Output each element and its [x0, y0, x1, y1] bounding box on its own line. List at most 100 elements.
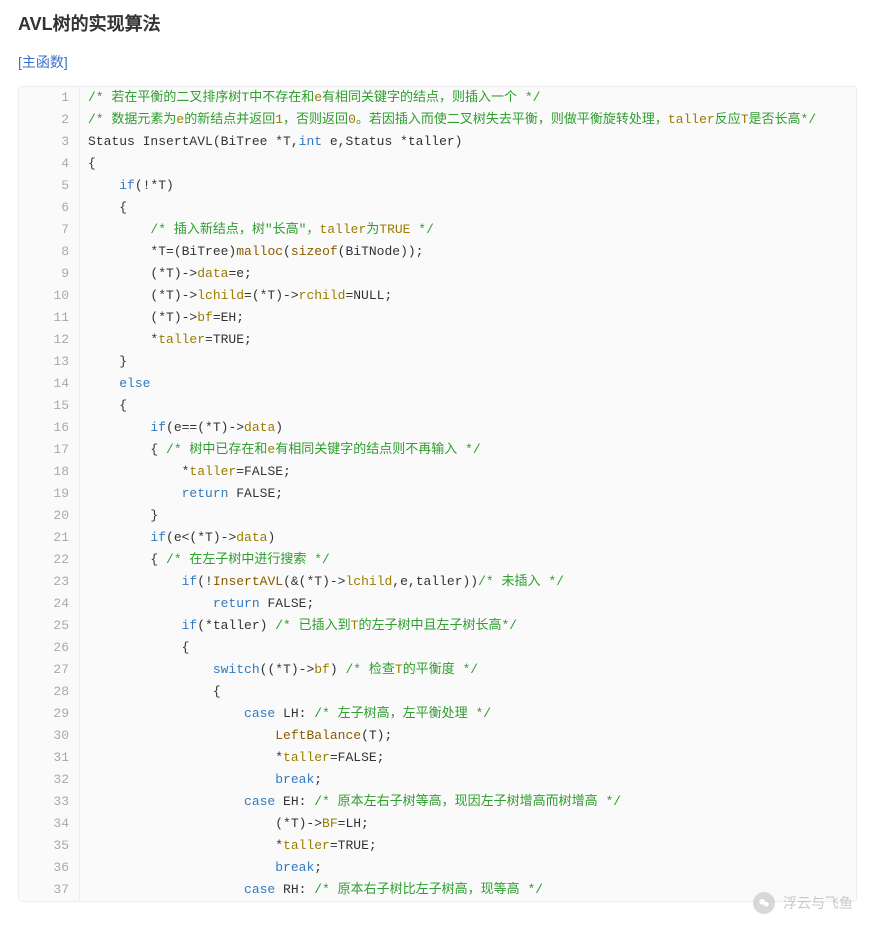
line-number: 15 — [19, 395, 80, 417]
line-number: 30 — [19, 725, 80, 747]
code-content: case LH: /* 左子树高，左平衡处理 */ — [80, 703, 857, 725]
line-number: 2 — [19, 109, 80, 131]
line-number: 18 — [19, 461, 80, 483]
code-line: 26 { — [19, 637, 856, 659]
line-number: 28 — [19, 681, 80, 703]
line-number: 35 — [19, 835, 80, 857]
code-line: 27 switch((*T)->bf) /* 检查T的平衡度 */ — [19, 659, 856, 681]
line-number: 8 — [19, 241, 80, 263]
code-content: { — [80, 681, 857, 703]
code-line: 18 *taller=FALSE; — [19, 461, 856, 483]
line-number: 7 — [19, 219, 80, 241]
wechat-icon — [753, 892, 775, 914]
code-line: 37 case RH: /* 原本右子树比左子树高，现等高 */ — [19, 879, 856, 901]
code-content: /* 插入新结点，树"长高"，taller为TRUE */ — [80, 219, 857, 241]
code-content: break; — [80, 857, 857, 879]
code-line: 11 (*T)->bf=EH; — [19, 307, 856, 329]
code-content: } — [80, 505, 857, 527]
line-number: 14 — [19, 373, 80, 395]
code-content: else — [80, 373, 857, 395]
line-number: 4 — [19, 153, 80, 175]
code-content: (*T)->bf=EH; — [80, 307, 857, 329]
line-number: 22 — [19, 549, 80, 571]
code-content: { — [80, 153, 857, 175]
code-table: 1/* 若在平衡的二叉排序树T中不存在和e有相同关键字的结点，则插入一个 */2… — [19, 87, 856, 901]
line-number: 12 — [19, 329, 80, 351]
code-line: 16 if(e==(*T)->data) — [19, 417, 856, 439]
code-line: 12 *taller=TRUE; — [19, 329, 856, 351]
line-number: 3 — [19, 131, 80, 153]
code-line: 10 (*T)->lchild=(*T)->rchild=NULL; — [19, 285, 856, 307]
code-line: 30 LeftBalance(T); — [19, 725, 856, 747]
code-content: /* 若在平衡的二叉排序树T中不存在和e有相同关键字的结点，则插入一个 */ — [80, 87, 857, 109]
line-number: 32 — [19, 769, 80, 791]
code-line: 19 return FALSE; — [19, 483, 856, 505]
code-content: (*T)->BF=LH; — [80, 813, 857, 835]
code-line: 24 return FALSE; — [19, 593, 856, 615]
code-content: { /* 在左子树中进行搜索 */ — [80, 549, 857, 571]
line-number: 6 — [19, 197, 80, 219]
code-content: return FALSE; — [80, 593, 857, 615]
code-line: 35 *taller=TRUE; — [19, 835, 856, 857]
line-number: 31 — [19, 747, 80, 769]
code-content: Status InsertAVL(BiTree *T,int e,Status … — [80, 131, 857, 153]
code-line: 15 { — [19, 395, 856, 417]
code-line: 22 { /* 在左子树中进行搜索 */ — [19, 549, 856, 571]
code-content: if(e==(*T)->data) — [80, 417, 857, 439]
line-number: 1 — [19, 87, 80, 109]
line-number: 10 — [19, 285, 80, 307]
code-content: /* 数据元素为e的新结点并返回1，否则返回0。若因插入而使二叉树失去平衡，则做… — [80, 109, 857, 131]
line-number: 23 — [19, 571, 80, 593]
code-line: 23 if(!InsertAVL(&(*T)->lchild,e,taller)… — [19, 571, 856, 593]
code-content: (*T)->data=e; — [80, 263, 857, 285]
watermark: 浮云与飞鱼 — [753, 892, 853, 914]
code-content: *taller=FALSE; — [80, 747, 857, 769]
code-content: if(e<(*T)->data) — [80, 527, 857, 549]
line-number: 25 — [19, 615, 80, 637]
code-line: 14 else — [19, 373, 856, 395]
line-number: 33 — [19, 791, 80, 813]
code-line: 33 case EH: /* 原本左右子树等高，现因左子树增高而树增高 */ — [19, 791, 856, 813]
code-content: } — [80, 351, 857, 373]
code-line: 17 { /* 树中已存在和e有相同关键字的结点则不再输入 */ — [19, 439, 856, 461]
code-line: 3Status InsertAVL(BiTree *T,int e,Status… — [19, 131, 856, 153]
page-title: AVL树的实现算法 — [18, 10, 857, 36]
code-line: 4{ — [19, 153, 856, 175]
code-content: { — [80, 637, 857, 659]
line-number: 36 — [19, 857, 80, 879]
code-content: switch((*T)->bf) /* 检查T的平衡度 */ — [80, 659, 857, 681]
code-content: if(!InsertAVL(&(*T)->lchild,e,taller))/*… — [80, 571, 857, 593]
code-content: case RH: /* 原本右子树比左子树高，现等高 */ — [80, 879, 857, 901]
code-content: { — [80, 197, 857, 219]
line-number: 13 — [19, 351, 80, 373]
code-line: 1/* 若在平衡的二叉排序树T中不存在和e有相同关键字的结点，则插入一个 */ — [19, 87, 856, 109]
code-content: *taller=TRUE; — [80, 329, 857, 351]
code-content: case EH: /* 原本左右子树等高，现因左子树增高而树增高 */ — [80, 791, 857, 813]
code-content: if(*taller) /* 已插入到T的左子树中且左子树长高*/ — [80, 615, 857, 637]
code-line: 29 case LH: /* 左子树高，左平衡处理 */ — [19, 703, 856, 725]
section-label: [主函数] — [18, 52, 857, 72]
code-line: 25 if(*taller) /* 已插入到T的左子树中且左子树长高*/ — [19, 615, 856, 637]
code-content: { /* 树中已存在和e有相同关键字的结点则不再输入 */ — [80, 439, 857, 461]
code-block: 1/* 若在平衡的二叉排序树T中不存在和e有相同关键字的结点，则插入一个 */2… — [18, 86, 857, 902]
code-content: LeftBalance(T); — [80, 725, 857, 747]
code-content: return FALSE; — [80, 483, 857, 505]
code-content: break; — [80, 769, 857, 791]
code-line: 5 if(!*T) — [19, 175, 856, 197]
line-number: 16 — [19, 417, 80, 439]
line-number: 37 — [19, 879, 80, 901]
line-number: 9 — [19, 263, 80, 285]
code-line: 28 { — [19, 681, 856, 703]
code-line: 6 { — [19, 197, 856, 219]
code-line: 32 break; — [19, 769, 856, 791]
code-line: 8 *T=(BiTree)malloc(sizeof(BiTNode)); — [19, 241, 856, 263]
watermark-text: 浮云与飞鱼 — [783, 893, 853, 913]
code-line: 36 break; — [19, 857, 856, 879]
code-line: 31 *taller=FALSE; — [19, 747, 856, 769]
line-number: 17 — [19, 439, 80, 461]
line-number: 19 — [19, 483, 80, 505]
line-number: 11 — [19, 307, 80, 329]
code-content: if(!*T) — [80, 175, 857, 197]
line-number: 27 — [19, 659, 80, 681]
line-number: 24 — [19, 593, 80, 615]
